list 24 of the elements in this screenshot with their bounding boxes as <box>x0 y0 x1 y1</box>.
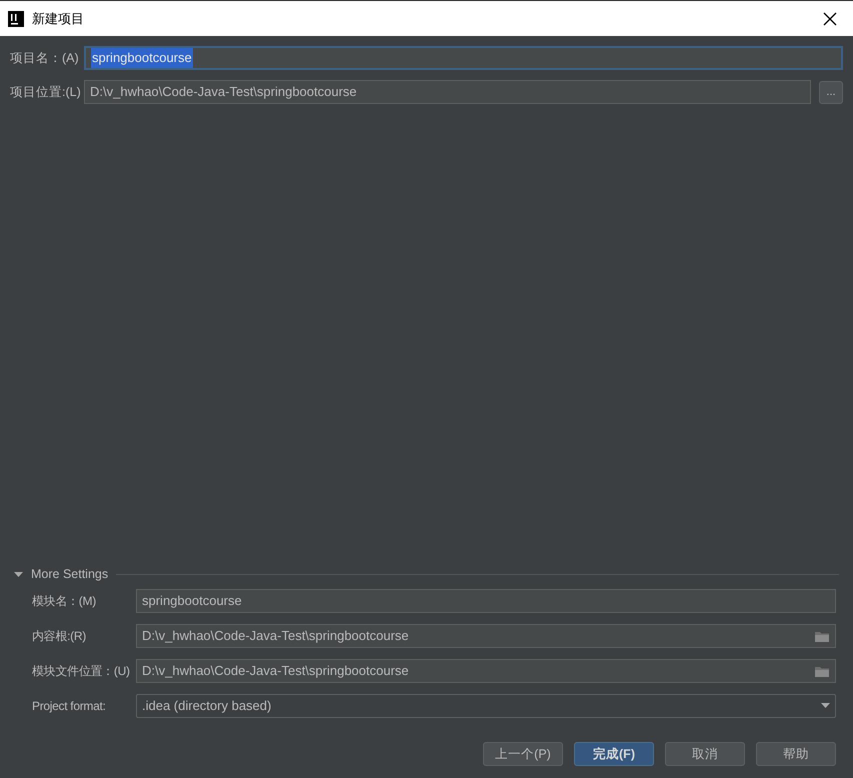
collapse-arrow-icon[interactable] <box>14 570 23 578</box>
input-field[interactable]: D:\v_hwhao\Code-Java-Test\springbootcourse <box>84 80 811 104</box>
app-logo-icon <box>8 10 24 26</box>
dropdown-arrow-icon <box>821 703 830 709</box>
dialog-button[interactable]: 上一个(P) <box>483 742 563 766</box>
field-label: 内容根:(R) <box>32 628 87 645</box>
input-field[interactable]: springbootcourse <box>136 589 836 613</box>
dialog-button[interactable]: 完成(F) <box>574 742 654 766</box>
close-icon[interactable] <box>823 12 837 26</box>
field-label: 项目名：(A) <box>10 50 76 67</box>
dropdown[interactable]: .idea (directory based) <box>136 694 836 718</box>
section-title[interactable]: More Settings <box>31 564 108 584</box>
folder-icon[interactable] <box>814 630 830 642</box>
browse-button[interactable]: ... <box>819 80 843 104</box>
window-title: 新建项目 <box>32 10 85 28</box>
input-field[interactable]: springbootcourse <box>84 46 843 70</box>
field-label: Project format: <box>32 698 107 715</box>
input-field[interactable]: D:\v_hwhao\Code-Java-Test\springbootcourse <box>136 659 836 683</box>
folder-icon[interactable] <box>814 664 830 678</box>
dialog-button[interactable]: 取消 <box>665 742 745 766</box>
input-field[interactable]: D:\v_hwhao\Code-Java-Test\springbootcourse <box>136 624 836 648</box>
field-label: 模块文件位置：(U) <box>32 663 131 680</box>
dialog-button[interactable]: 帮助 <box>756 742 836 766</box>
field-label: 模块名：(M) <box>32 593 97 610</box>
